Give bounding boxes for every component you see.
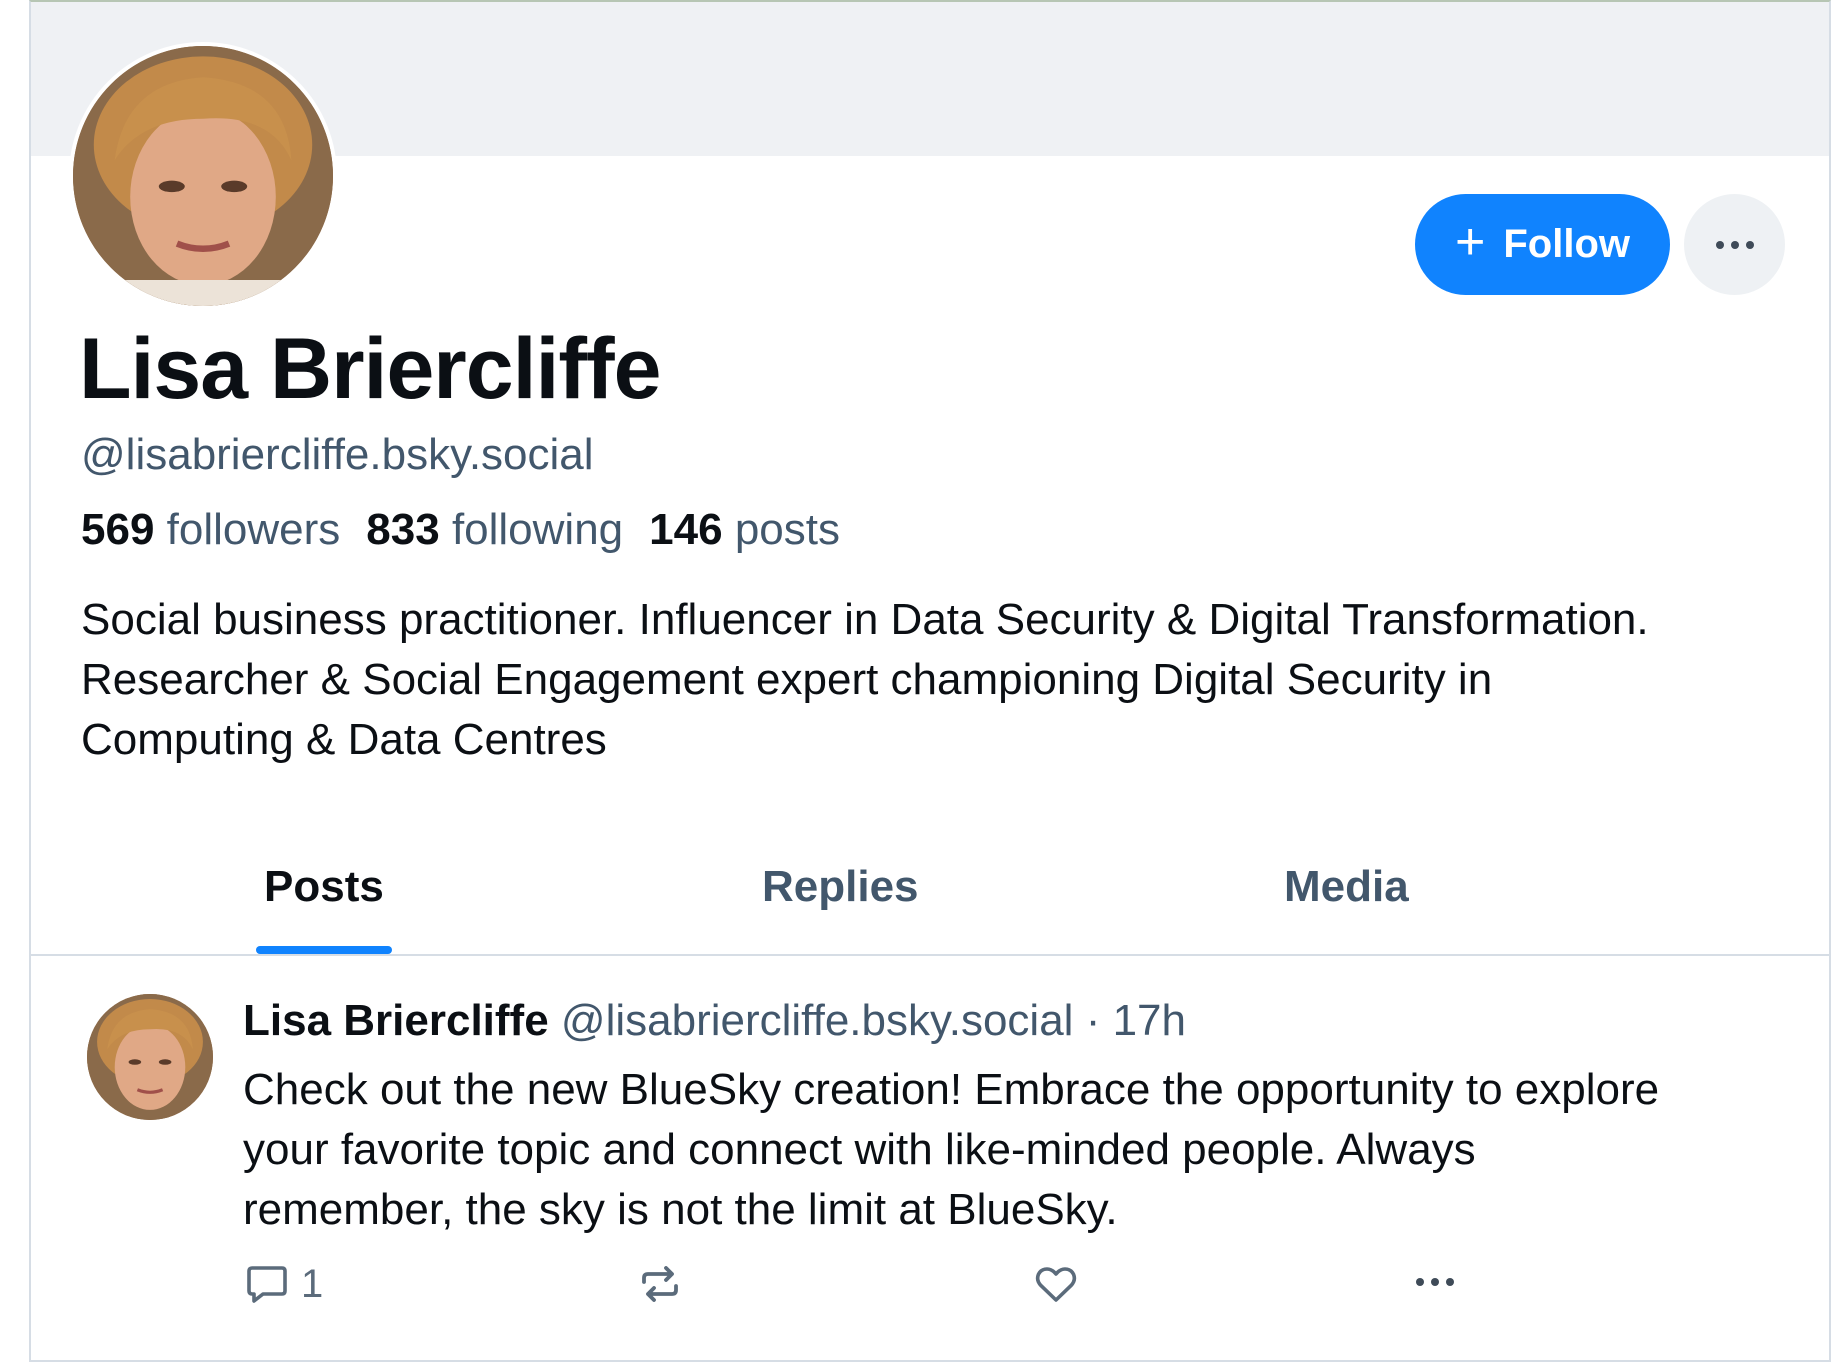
post-author-name[interactable]: Lisa Briercliffe xyxy=(243,996,549,1045)
repost-icon xyxy=(642,1266,678,1302)
plus-icon: + xyxy=(1454,212,1486,271)
post-text: Check out the new BlueSky creation! Embr… xyxy=(243,1060,1803,1240)
post-more-button[interactable] xyxy=(1416,1278,1454,1286)
bio-line: Social business practitioner. Influencer… xyxy=(81,595,1649,644)
profile-avatar[interactable] xyxy=(69,42,337,310)
like-icon xyxy=(1035,1267,1077,1302)
post-author-handle[interactable]: @lisabriercliffe.bsky.social xyxy=(561,996,1074,1045)
ellipsis-icon xyxy=(1416,1278,1454,1286)
posts-count: 146 xyxy=(649,505,723,554)
follow-button[interactable]: + Follow xyxy=(1415,194,1670,295)
following-stat[interactable]: 833 following xyxy=(366,505,623,555)
profile-tabs: Posts Replies Media xyxy=(31,842,1829,956)
following-label: following xyxy=(451,505,624,554)
profile-handle: @lisabriercliffe.bsky.social xyxy=(81,430,594,479)
tab-replies[interactable]: Replies xyxy=(762,862,919,912)
profile-photo-icon xyxy=(73,46,333,306)
post-text-line: remember, the sky is not the limit at Bl… xyxy=(243,1185,1118,1234)
posts-label: posts xyxy=(734,505,840,554)
followers-stat[interactable]: 569 followers xyxy=(81,505,340,555)
post-author-avatar[interactable] xyxy=(87,994,213,1120)
reply-icon xyxy=(247,1266,287,1303)
like-button[interactable] xyxy=(1031,1260,1081,1308)
bio-line: Researcher & Social Engagement expert ch… xyxy=(81,655,1493,704)
more-options-button[interactable] xyxy=(1684,194,1785,295)
bio-line: Computing & Data Centres xyxy=(81,715,607,764)
post-header: Lisa Briercliffe @lisabriercliffe.bsky.s… xyxy=(243,996,1186,1046)
followers-label: followers xyxy=(166,505,341,554)
repost-button[interactable] xyxy=(636,1260,684,1308)
profile-photo-icon xyxy=(87,994,213,1120)
post-text-line: Check out the new BlueSky creation! Embr… xyxy=(243,1065,1660,1114)
follow-button-label: Follow xyxy=(1503,222,1630,266)
followers-count: 569 xyxy=(81,505,155,554)
post-text-line: your favorite topic and connect with lik… xyxy=(243,1125,1476,1174)
reply-count: 1 xyxy=(301,1261,324,1306)
post-separator: · xyxy=(1085,996,1101,1045)
active-tab-indicator xyxy=(256,946,392,954)
post-timestamp[interactable]: 17h xyxy=(1113,996,1186,1045)
tab-posts[interactable]: Posts xyxy=(264,862,384,912)
following-count: 833 xyxy=(366,505,440,554)
profile-bio: Social business practitioner. Influencer… xyxy=(81,590,1781,770)
tab-media[interactable]: Media xyxy=(1284,862,1409,912)
posts-stat: 146 posts xyxy=(649,505,840,555)
ellipsis-icon xyxy=(1715,240,1754,249)
reply-button[interactable]: 1 xyxy=(243,1260,323,1308)
profile-page: + Follow Lisa Briercliffe @lisabrierclif… xyxy=(29,0,1831,1362)
profile-stats: 569 followers 833 following 146 posts xyxy=(81,505,840,555)
profile-display-name: Lisa Briercliffe xyxy=(79,321,661,417)
